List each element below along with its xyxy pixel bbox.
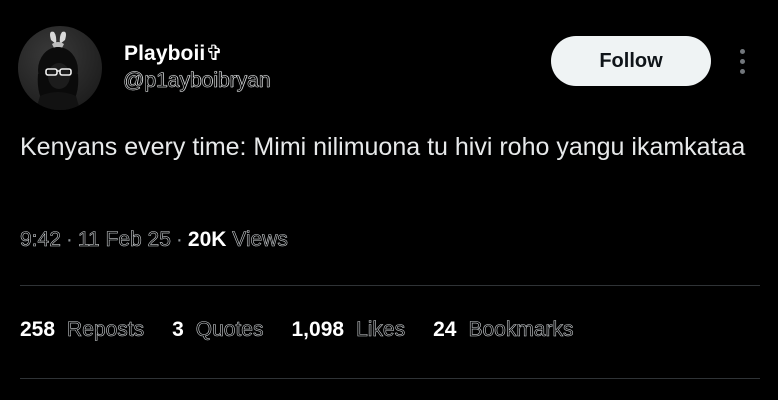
tweet-time[interactable]: 9:42 xyxy=(20,228,61,252)
reposts-stat[interactable]: 258 Reposts xyxy=(20,318,144,342)
likes-count: 1,098 xyxy=(291,318,345,341)
user-handle[interactable]: @p1ayboibryan xyxy=(123,69,271,93)
bookmarks-stat[interactable]: 24 Bookmarks xyxy=(433,318,574,342)
more-dot xyxy=(739,48,745,54)
more-vertical-icon[interactable] xyxy=(732,44,752,78)
avatar-image xyxy=(36,31,80,110)
quotes-count: 3 xyxy=(172,318,184,341)
bookmarks-label: Bookmarks xyxy=(468,318,574,342)
reposts-label: Reposts xyxy=(67,318,145,342)
avatar[interactable] xyxy=(18,26,102,110)
quotes-label: Quotes xyxy=(195,318,264,342)
views-count: 20K xyxy=(187,228,227,251)
divider xyxy=(20,285,760,286)
display-name[interactable]: Playboii✞ xyxy=(124,41,223,66)
separator-dot: · xyxy=(175,228,183,251)
likes-stat[interactable]: 1,098 Likes xyxy=(292,318,406,342)
more-dot xyxy=(739,58,745,64)
views-label: Views xyxy=(232,228,288,252)
likes-label: Likes xyxy=(356,318,406,342)
tweet-text: Kenyans every time: Mimi nilimuona tu hi… xyxy=(20,133,746,161)
tweet-date[interactable]: 11 Feb 25 xyxy=(78,228,172,252)
tweet-meta: 9:42 · 11 Feb 25 · 20K Views xyxy=(20,228,289,252)
engagement-stats: 258 Reposts 3 Quotes 1,098 Likes 24 Book… xyxy=(20,318,574,342)
bookmarks-count: 24 xyxy=(433,318,457,341)
divider xyxy=(20,378,760,379)
more-dot xyxy=(739,68,745,74)
quotes-stat[interactable]: 3 Quotes xyxy=(172,318,264,342)
follow-button[interactable]: Follow xyxy=(551,36,711,86)
tweet-card: Playboii✞ @p1ayboibryan Follow Kenyans e… xyxy=(0,0,778,400)
reposts-count: 258 xyxy=(20,318,56,341)
separator-dot: · xyxy=(65,228,73,251)
